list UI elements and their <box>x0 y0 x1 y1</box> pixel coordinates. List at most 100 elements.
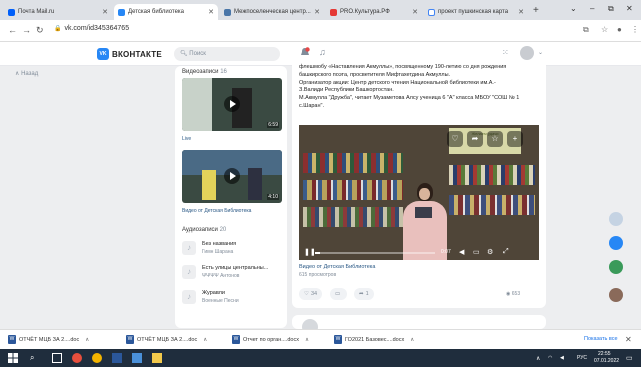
close-icon[interactable]: ✕ <box>518 8 524 16</box>
user-avatar[interactable] <box>520 46 534 60</box>
word-icon[interactable] <box>112 353 122 363</box>
videos-title: Видеозаписи <box>182 69 219 75</box>
chevron-up-icon[interactable]: ∧ <box>305 337 309 343</box>
yandex-browser-icon[interactable] <box>72 353 82 363</box>
post-text: флешмобу «Наставления Акмуллы», посвящен… <box>299 64 543 111</box>
volume-icon[interactable]: ◀︎ <box>459 248 464 256</box>
camera-icon[interactable] <box>609 212 623 226</box>
browser-tab-3[interactable]: Межпоселенческая центр... ✕ <box>220 4 324 20</box>
thumb-person <box>202 170 216 200</box>
network-icon[interactable]: ◠ <box>548 355 552 361</box>
audio-track[interactable]: ♪ Есть улицы центральны... ΨΨΨΨ Антонов <box>182 264 282 282</box>
video-title-link[interactable]: Видео от Детская Библиотека <box>299 264 375 270</box>
vk-search-input[interactable]: 🔍︎ Поиск <box>174 47 280 61</box>
video-label[interactable]: Live <box>182 136 191 142</box>
like-video-icon[interactable]: ♡ <box>447 131 463 147</box>
messenger-icon[interactable] <box>609 236 623 250</box>
apps-grid-icon[interactable]: ⁙ <box>502 48 509 57</box>
miniplayer-icon[interactable]: ▭ <box>473 248 480 256</box>
audio-track[interactable]: ♪ Журавли Военные Песни <box>182 289 282 307</box>
bookmark-star-icon[interactable]: ☆ <box>601 25 608 34</box>
back-icon[interactable]: ← <box>8 25 17 35</box>
share-video-icon[interactable]: ➦ <box>467 131 483 147</box>
post-text-line: М.Акмулла "Дружба", читает Музаметова Ал… <box>299 95 520 102</box>
browser-tab-4[interactable]: PRO.Культура.РФ ✕ <box>326 4 422 20</box>
fullscreen-icon[interactable]: ⤢ <box>503 248 509 256</box>
volume-icon[interactable]: ◀︎ <box>560 355 564 361</box>
menu-dots-icon[interactable]: ⋮ <box>631 25 639 34</box>
photos-icon[interactable] <box>132 353 142 363</box>
clock-time[interactable]: 22:55 <box>598 351 611 357</box>
back-link[interactable]: ∧ Назад <box>15 70 38 77</box>
forward-icon[interactable]: → <box>22 25 31 35</box>
word-doc-icon: W <box>334 335 342 344</box>
pause-icon[interactable]: ❚❚ <box>304 248 316 256</box>
download-item[interactable]: W ГО2021 Базовес....docx ∧ <box>334 335 414 344</box>
like-button[interactable]: ♡ 34 <box>299 288 323 300</box>
download-filename: ГО2021 Базовес....docx <box>345 336 405 343</box>
extension-icon[interactable]: ⧉ <box>583 25 589 35</box>
profile-icon[interactable]: ● <box>617 25 622 34</box>
video-thumbnail-2[interactable]: 4:10 <box>182 150 282 203</box>
close-icon[interactable]: ✕ <box>314 8 320 16</box>
heart-icon: ♡ <box>304 291 309 297</box>
url-field[interactable]: 🔒 vk.com/id345364765 <box>54 25 129 32</box>
tray-chevron-icon[interactable]: ∧ <box>536 355 540 362</box>
share-button[interactable]: ➦ 1 <box>354 288 374 300</box>
new-tab-button[interactable]: + <box>533 5 539 16</box>
browser-tab-1[interactable]: Почта Mail.ru ✕ <box>4 4 112 20</box>
bookmark-video-icon[interactable]: ☆ <box>487 131 503 147</box>
track-artist: ΨΨΨΨ Антонов <box>202 273 240 279</box>
vk-logo[interactable]: VK ВКОНТАКТЕ <box>97 48 162 60</box>
browser-tab-5[interactable]: проект пушкинская карта ✕ <box>424 4 528 20</box>
notification-icon[interactable]: ▭ <box>626 354 633 362</box>
maximize-button[interactable]: ⧉ <box>608 4 614 14</box>
clock-date[interactable]: 07.01.2022 <box>594 358 619 364</box>
notification-bell-icon[interactable] <box>300 47 310 58</box>
show-all-downloads-button[interactable]: Показать все <box>584 336 618 342</box>
chevron-down-icon[interactable]: ⌄ <box>538 49 543 56</box>
close-icon[interactable]: ✕ <box>102 8 108 16</box>
chat-avatar[interactable] <box>609 288 623 302</box>
video-controls: ❚❚ 0:07 ◀︎ ▭ ⚙ ⤢ <box>299 246 539 260</box>
post-text-line: Организатор акции: Центр детского чтения… <box>299 79 496 86</box>
community-icon[interactable] <box>609 260 623 274</box>
video-player[interactable]: Желаем удачи ♡ ➦ ☆ + ❚❚ 0:07 ◀︎ ▭ ⚙ ⤢ <box>299 125 539 260</box>
download-item[interactable]: W Отчет по орган....docx ∧ <box>232 335 309 344</box>
download-item[interactable]: W ОТЧЁТ МЦБ ЗА 2....doc ∧ <box>126 335 207 344</box>
post-text-line: З.Валиди Республики Башкортостан. <box>299 87 394 94</box>
chrome-icon[interactable] <box>92 353 102 363</box>
close-icon[interactable]: ✕ <box>625 335 632 344</box>
windows-start-icon[interactable] <box>8 353 18 363</box>
close-window-button[interactable]: ✕ <box>626 4 633 13</box>
task-view-icon[interactable] <box>52 353 62 363</box>
close-icon[interactable]: ✕ <box>412 8 418 16</box>
download-item[interactable]: W ОТЧЁТ МЦБ ЗА 2....doc ∧ <box>8 335 89 344</box>
audio-track[interactable]: ♪ Без названия Гимн Шарана <box>182 240 282 258</box>
browser-tab-2[interactable]: Детская библиотека ✕ <box>114 4 218 20</box>
settings-gear-icon[interactable]: ⚙ <box>487 248 493 256</box>
reload-icon[interactable]: ↻ <box>36 25 44 36</box>
video-thumbnail-1[interactable]: 6:59 <box>182 78 282 131</box>
music-icon[interactable]: ♫ <box>319 47 326 57</box>
word-doc-icon: W <box>126 335 134 344</box>
audio-section-title[interactable]: Аудиозаписи 20 <box>182 227 226 233</box>
tab-title: проект пушкинская карта <box>438 9 509 15</box>
videos-section-title[interactable]: Видеозаписи 16 <box>182 69 227 75</box>
chevron-up-icon[interactable]: ∧ <box>203 337 207 343</box>
back-label: Назад <box>21 71 39 77</box>
tab-search-icon[interactable]: ⌄ <box>570 4 577 13</box>
language-indicator[interactable]: РУС <box>577 355 587 361</box>
comment-button[interactable]: ▭ <box>330 288 348 300</box>
share-icon: ➦ <box>359 291 364 297</box>
chevron-up-icon[interactable]: ∧ <box>410 337 414 343</box>
chevron-up-icon[interactable]: ∧ <box>85 337 89 343</box>
minimize-button[interactable]: – <box>590 4 594 13</box>
close-icon[interactable]: ✕ <box>208 8 214 16</box>
file-explorer-icon[interactable] <box>152 353 162 363</box>
search-icon[interactable]: ⌕ <box>30 353 40 363</box>
video-progress-bar[interactable] <box>315 252 435 254</box>
video-label[interactable]: Видео от Детская Библиотека <box>182 208 251 214</box>
add-video-icon[interactable]: + <box>507 131 523 147</box>
music-note-icon: ♪ <box>182 241 196 255</box>
